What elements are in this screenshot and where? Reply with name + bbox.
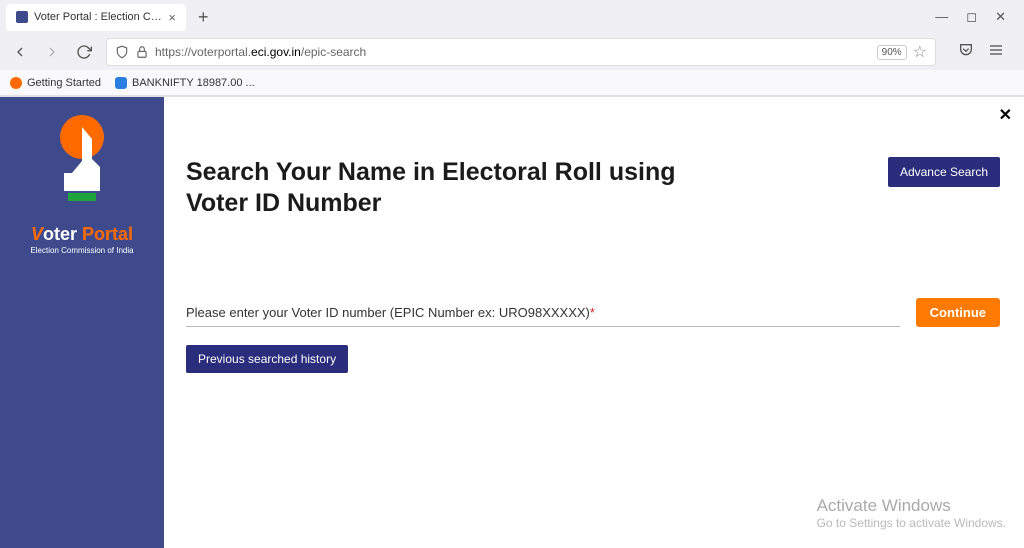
url-text: https://voterportal.eci.gov.in/epic-sear… [155,45,871,59]
bookmark-getting-started[interactable]: Getting Started [10,77,101,89]
site-icon [115,77,127,89]
toolbar-right [948,42,1014,63]
url-bar[interactable]: https://voterportal.eci.gov.in/epic-sear… [106,38,936,66]
close-icon[interactable]: ✕ [999,105,1012,125]
menu-icon[interactable] [988,42,1004,63]
history-button[interactable]: Previous searched history [186,345,348,373]
watermark-sub: Go to Settings to activate Windows. [817,516,1006,530]
pocket-icon[interactable] [958,42,974,63]
advance-search-button[interactable]: Advance Search [888,157,1000,187]
new-tab-button[interactable]: + [190,7,217,28]
brand-suffix: Portal [82,224,133,244]
zoom-badge[interactable]: 90% [877,45,907,60]
back-icon[interactable] [10,42,30,62]
reload-icon[interactable] [74,42,94,62]
logo-text: Voter Portal Election Commission of Indi… [0,224,164,255]
browser-tab[interactable]: Voter Portal : Election Commiss × [6,4,186,31]
url-prefix: https://voterportal. [155,45,251,59]
maximize-icon[interactable]: ◻ [966,9,977,25]
continue-button[interactable]: Continue [916,298,1000,327]
logo-subtitle: Election Commission of India [0,246,164,255]
page-heading: Search Your Name in Electoral Roll using… [186,157,726,220]
page-content: ✕ Voter Portal Election Commission of In… [0,97,1024,548]
main-content: Search Your Name in Electoral Roll using… [164,97,1024,548]
shield-icon [115,45,129,59]
close-window-icon[interactable]: ✕ [995,9,1006,25]
firefox-icon [10,77,22,89]
lock-icon [135,45,149,59]
bookmark-label: Getting Started [27,77,101,89]
activate-windows-watermark: Activate Windows Go to Settings to activ… [817,496,1006,530]
tab-close-icon[interactable]: × [168,10,176,25]
url-path: /epic-search [301,45,366,59]
form-row: Please enter your Voter ID number (EPIC … [186,298,1000,327]
logo [0,113,164,218]
heading-row: Search Your Name in Electoral Roll using… [186,157,1000,220]
watermark-title: Activate Windows [817,496,1006,516]
brand-prefix: oter [43,224,82,244]
browser-chrome: Voter Portal : Election Commiss × + — ◻ … [0,0,1024,97]
bookmark-star-icon[interactable]: ☆ [913,42,927,62]
forward-icon[interactable] [42,42,62,62]
bookmarks-bar: Getting Started BANKNIFTY 18987.00 ... [0,70,1024,96]
url-domain: eci.gov.in [251,45,301,59]
bookmark-banknifty[interactable]: BANKNIFTY 18987.00 ... [115,77,255,89]
input-placeholder: Please enter your Voter ID number (EPIC … [186,305,595,320]
required-asterisk: * [590,305,595,320]
minimize-icon[interactable]: — [935,9,948,25]
nav-bar: https://voterportal.eci.gov.in/epic-sear… [0,34,1024,70]
window-controls: — ◻ ✕ [935,9,1018,25]
voter-id-input[interactable]: Please enter your Voter ID number (EPIC … [186,304,900,327]
sidebar: Voter Portal Election Commission of Indi… [0,97,164,548]
bookmark-label: BANKNIFTY 18987.00 ... [132,77,255,89]
tab-title: Voter Portal : Election Commiss [34,11,162,23]
tab-favicon [16,11,28,23]
tab-bar: Voter Portal : Election Commiss × + — ◻ … [0,0,1024,34]
